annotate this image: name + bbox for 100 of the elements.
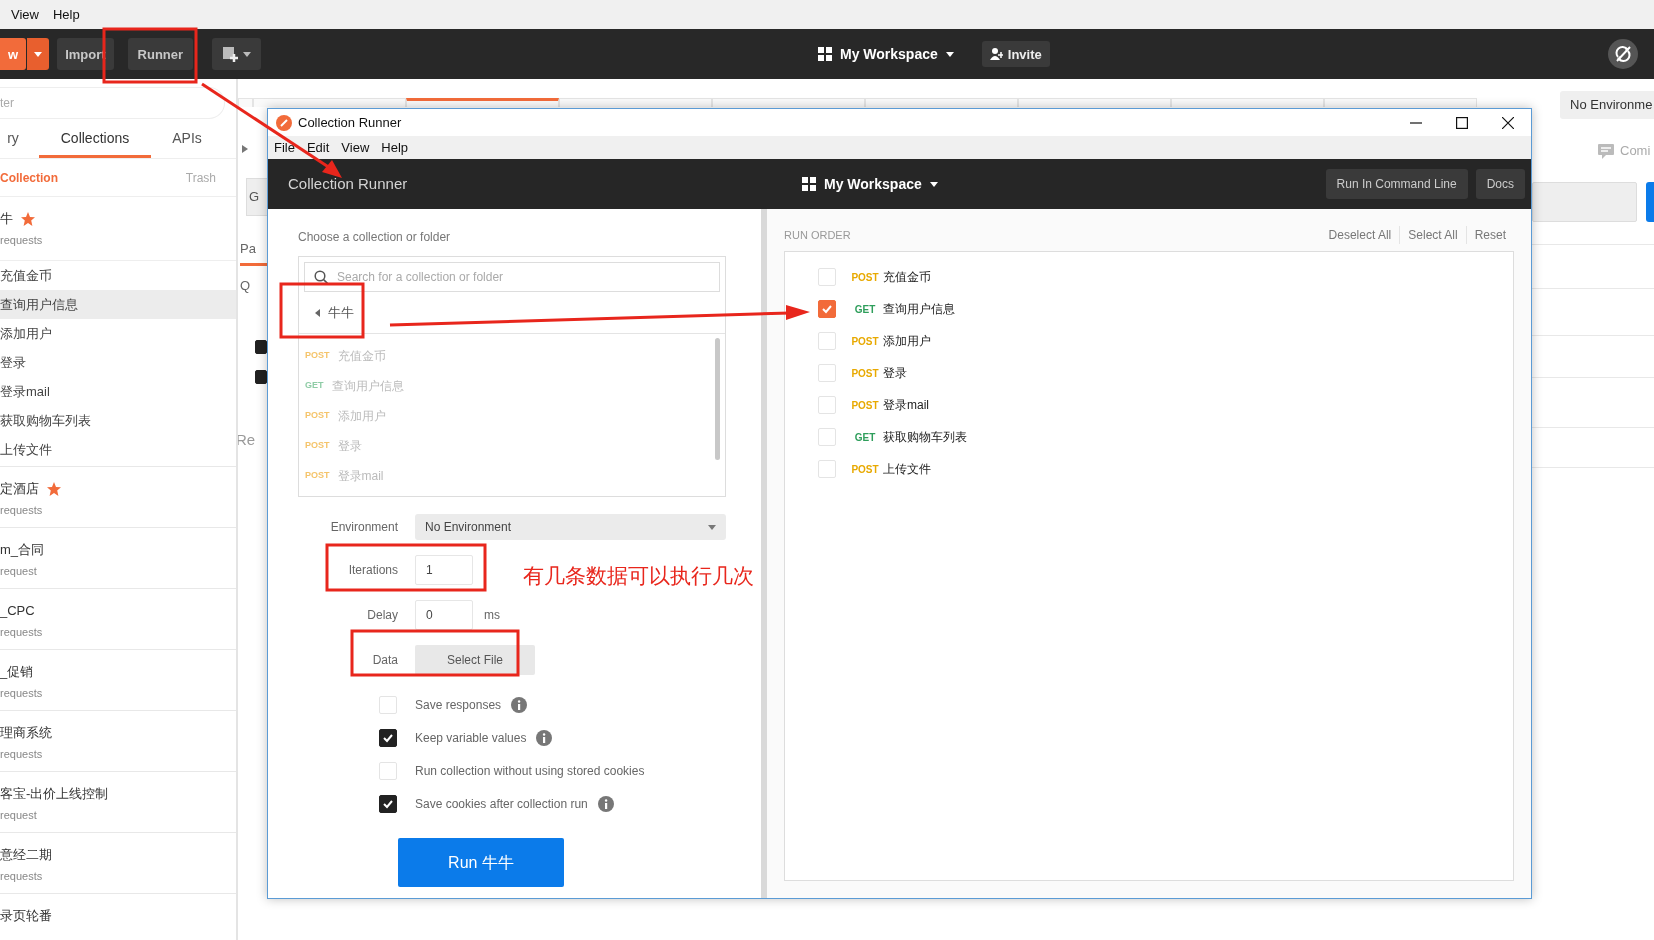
- sidebar-tab[interactable]: Collections: [39, 128, 151, 159]
- scrollbar[interactable]: [715, 338, 720, 460]
- info-icon[interactable]: [511, 696, 528, 713]
- request-item[interactable]: 登录mail: [0, 377, 236, 407]
- menu-item[interactable]: View: [341, 137, 370, 158]
- request-item[interactable]: 上传文件: [0, 435, 236, 465]
- request-count: requests: [0, 625, 44, 641]
- sidebar-tab[interactable]: ry: [0, 128, 26, 159]
- annotation-text: 有几条数据可以执行几次: [523, 563, 754, 589]
- request-name: 获取购物车列表: [883, 429, 967, 446]
- request-name: 添加用户: [883, 333, 931, 350]
- expand-icon[interactable]: [242, 145, 248, 154]
- folder-name[interactable]: 牛牛: [328, 302, 354, 323]
- request-count: request: [0, 808, 38, 824]
- menu-item[interactable]: Edit: [306, 137, 330, 158]
- send-button[interactable]: [1646, 181, 1654, 222]
- sync-off-icon: [1614, 45, 1632, 64]
- request-name: 查询用户信息: [883, 301, 955, 318]
- delay-field[interactable]: 0: [415, 600, 473, 630]
- section-title: RUN ORDER: [784, 227, 851, 243]
- option-label: Run collection without using stored cookies: [415, 762, 645, 780]
- request-count: requests: [0, 503, 44, 519]
- new-window-icon: [222, 46, 239, 63]
- checkbox[interactable]: [255, 370, 267, 385]
- workspace-switcher[interactable]: My Workspace: [796, 172, 944, 196]
- checkbox[interactable]: [818, 300, 836, 318]
- method-label: GET: [853, 430, 877, 445]
- method-label: POST: [305, 469, 330, 483]
- option-label: Save cookies after collection run: [415, 795, 588, 813]
- collection-name[interactable]: 录页轮番: [0, 907, 52, 926]
- checkbox[interactable]: [379, 728, 397, 747]
- request-item[interactable]: 充值金币: [0, 261, 236, 291]
- collection-name[interactable]: 客宝-出价上线控制: [0, 785, 109, 804]
- url-field[interactable]: G: [246, 178, 267, 217]
- field-label: Iterations: [347, 562, 398, 579]
- iterations-field[interactable]: 1: [415, 555, 473, 585]
- section-label: Re: [238, 430, 257, 451]
- menu-item[interactable]: View: [11, 5, 39, 25]
- info-icon[interactable]: [597, 795, 614, 812]
- runner-button[interactable]: Runner: [127, 38, 194, 71]
- request-item[interactable]: 添加用户: [0, 319, 236, 349]
- info-icon[interactable]: [536, 729, 553, 746]
- method-label: POST: [850, 398, 880, 413]
- field-label: Delay: [366, 607, 398, 624]
- field-label: Environment: [329, 519, 398, 536]
- star-icon[interactable]: [47, 482, 61, 497]
- invite-button[interactable]: Invite: [981, 41, 1050, 68]
- request-name: 登录: [883, 365, 907, 382]
- method-label: POST: [850, 462, 880, 477]
- app-logo-icon: [276, 114, 292, 131]
- caret-icon: [243, 51, 252, 57]
- window-title: Collection Runner: [298, 113, 402, 132]
- request-item[interactable]: 登录: [0, 348, 236, 378]
- action-link[interactable]: Reset: [1465, 226, 1514, 244]
- caret-icon: [708, 524, 716, 530]
- comment-icon[interactable]: [1598, 143, 1614, 159]
- collection-name[interactable]: 定酒店: [0, 480, 39, 499]
- request-item[interactable]: 获取购物车列表: [0, 406, 236, 436]
- sync-button[interactable]: [1608, 39, 1638, 70]
- field-label: Data: [371, 652, 398, 669]
- search-icon: [314, 270, 328, 284]
- collection-name[interactable]: _CPC: [0, 602, 35, 621]
- environment-dropdown[interactable]: No Environme: [1560, 91, 1654, 120]
- method-label: POST: [305, 349, 330, 363]
- run-button[interactable]: Run 牛牛: [398, 838, 564, 887]
- url-field[interactable]: [1532, 181, 1637, 222]
- request-item[interactable]: 查询用户信息: [0, 290, 236, 320]
- collection-name[interactable]: m_合同: [0, 541, 45, 560]
- method-label: POST: [850, 334, 880, 349]
- sidebar-tab[interactable]: APIs: [151, 128, 223, 159]
- header-button[interactable]: Run In Command Line: [1325, 169, 1468, 199]
- action-link[interactable]: Deselect All: [1320, 226, 1400, 244]
- search-field[interactable]: Search for a collection or folder: [304, 262, 720, 292]
- request-name: 上传文件: [883, 461, 931, 478]
- checkbox[interactable]: [379, 794, 397, 813]
- close-icon: [1502, 116, 1514, 129]
- menu-item[interactable]: Help: [381, 137, 409, 158]
- grid-icon: [802, 177, 816, 191]
- collection-name[interactable]: 理商系统: [0, 724, 52, 743]
- caret-icon: [929, 181, 938, 187]
- collection-name[interactable]: _促销: [0, 663, 34, 682]
- select-file-button[interactable]: Select File: [415, 645, 535, 675]
- request-tab[interactable]: [406, 98, 559, 108]
- collection-name[interactable]: 意经二期: [0, 846, 52, 865]
- workspace-switcher[interactable]: My Workspace: [812, 42, 960, 66]
- menu-item[interactable]: File: [274, 137, 295, 158]
- new-window-button[interactable]: [212, 38, 262, 71]
- checkbox[interactable]: [255, 340, 267, 355]
- caret-icon: [945, 51, 954, 57]
- back-icon[interactable]: [315, 308, 320, 317]
- new-dropdown-button[interactable]: [27, 38, 50, 71]
- menu-item[interactable]: Help: [52, 5, 80, 25]
- header-button[interactable]: Docs: [1475, 169, 1525, 199]
- action-link[interactable]: Select All: [1399, 226, 1466, 244]
- collection-name[interactable]: 牛: [0, 210, 13, 229]
- request-count: requests: [0, 747, 44, 763]
- star-icon[interactable]: [21, 212, 35, 227]
- filter-field[interactable]: ter: [0, 87, 225, 120]
- request-name: 充值金币: [883, 269, 931, 286]
- environment-dropdown[interactable]: No Environment: [415, 514, 726, 540]
